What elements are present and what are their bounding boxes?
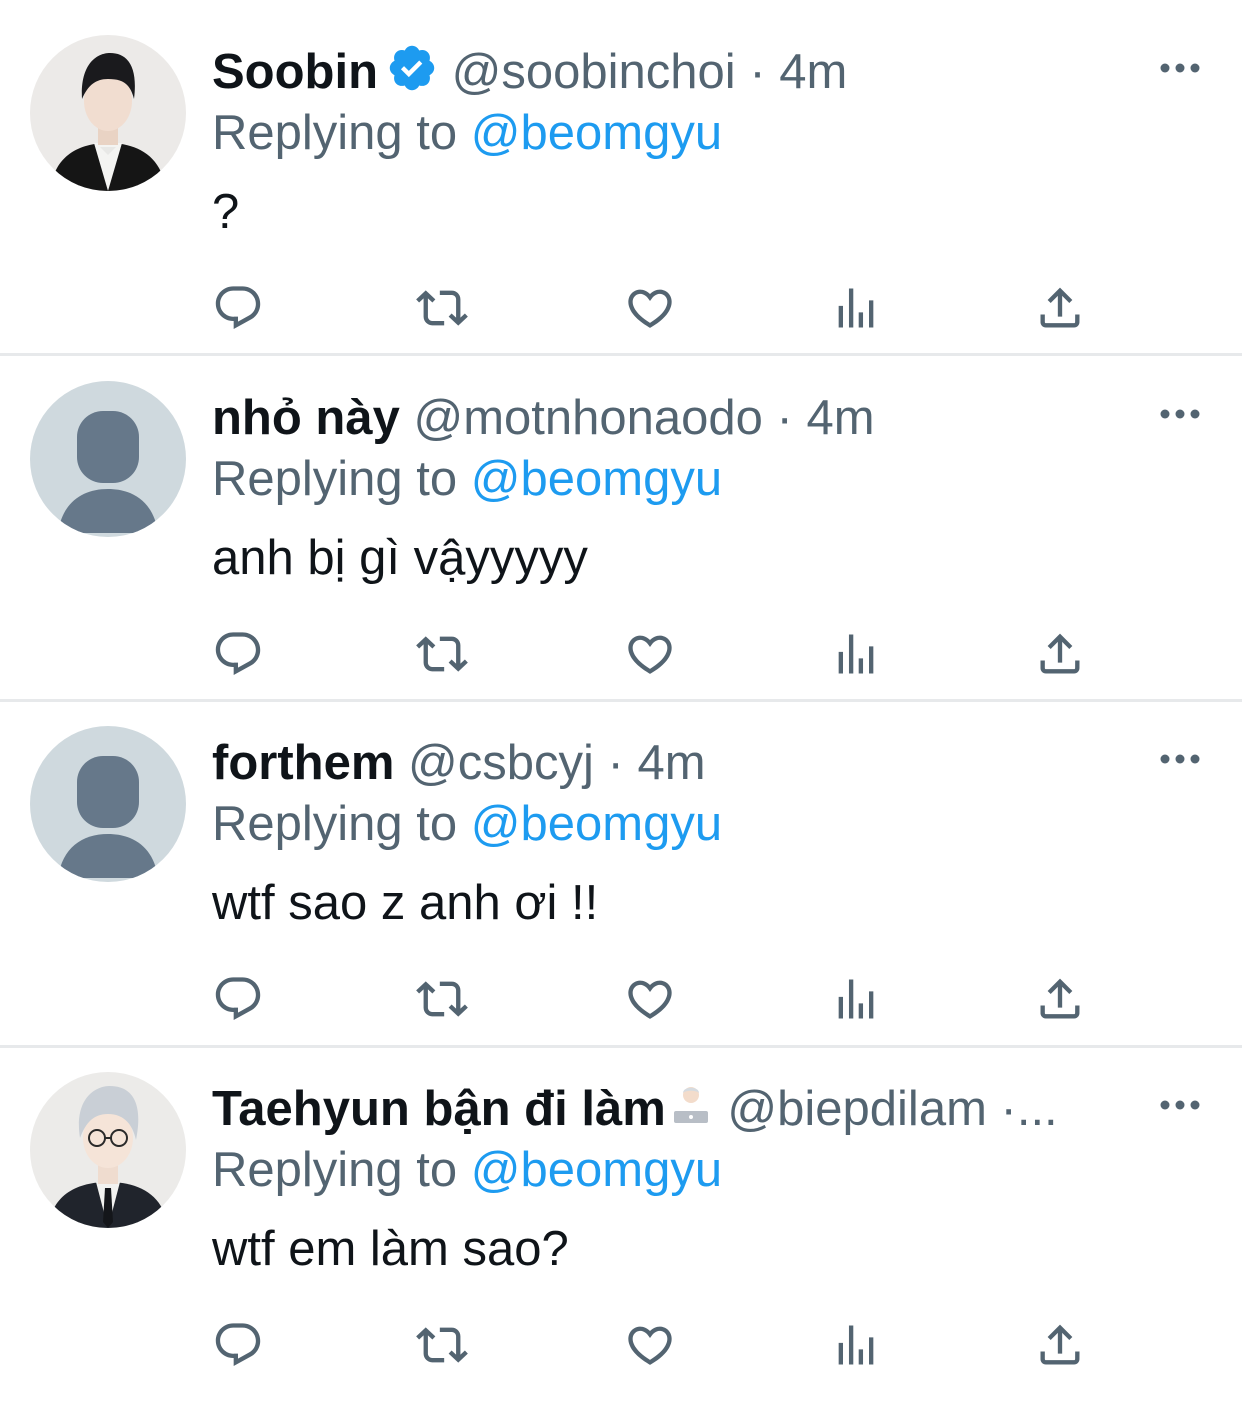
share-button[interactable] xyxy=(1034,1319,1086,1371)
like-icon xyxy=(628,980,672,1019)
separator: · xyxy=(749,45,766,99)
tweet[interactable]: nhỏ này @motnhonaodo · 4m Replying to @b… xyxy=(0,346,1242,692)
more-options-icon[interactable] xyxy=(1158,749,1202,769)
share-button[interactable] xyxy=(1034,282,1086,334)
avatar-photo xyxy=(30,35,186,191)
display-name[interactable]: Soobin xyxy=(212,45,378,99)
retweet-button[interactable] xyxy=(416,628,468,680)
reply-icon xyxy=(215,977,261,1021)
avatar-photo xyxy=(30,1072,186,1228)
retweet-icon xyxy=(416,981,468,1017)
like-button[interactable] xyxy=(624,628,676,680)
tweet[interactable]: Taehyun bận đi làm @biepdilam ·... Reply… xyxy=(0,1037,1242,1383)
replying-to: Replying to @beomgyu xyxy=(212,446,722,512)
user-handle[interactable]: @biepdilam xyxy=(727,1082,986,1136)
replying-to: Replying to @beomgyu xyxy=(212,791,722,857)
like-button[interactable] xyxy=(624,973,676,1025)
tweet-text: ? xyxy=(212,185,240,239)
timestamp[interactable]: 4m xyxy=(779,45,847,99)
views-button[interactable] xyxy=(830,973,882,1025)
default-avatar-icon xyxy=(30,381,186,537)
user-handle[interactable]: @csbcyj xyxy=(408,736,594,790)
views-icon xyxy=(838,634,874,674)
share-icon xyxy=(1040,978,1080,1019)
separator: ·... xyxy=(1000,1082,1058,1136)
avatar[interactable] xyxy=(30,1072,186,1228)
tweet-text: wtf em làm sao? xyxy=(212,1222,569,1276)
more-options-icon[interactable] xyxy=(1158,1095,1202,1115)
tweet-header: Taehyun bận đi làm @biepdilam ·... xyxy=(212,1075,1152,1143)
replying-label: Replying to xyxy=(212,1143,458,1197)
timestamp[interactable]: 4m xyxy=(806,391,874,445)
views-button[interactable] xyxy=(830,1319,882,1371)
like-icon xyxy=(628,635,672,674)
reply-mention-link[interactable]: @beomgyu xyxy=(471,452,722,506)
share-icon xyxy=(1040,1324,1080,1365)
tweet-header: nhỏ này @motnhonaodo · 4m xyxy=(212,384,1152,452)
retweet-button[interactable] xyxy=(416,282,468,334)
reply-button[interactable] xyxy=(212,282,264,334)
share-button[interactable] xyxy=(1034,628,1086,680)
separator: · xyxy=(607,736,624,790)
retweet-icon xyxy=(416,290,468,326)
tweet[interactable]: Soobin @soobinchoi · 4m Replying to @beo… xyxy=(0,0,1242,346)
verified-badge-icon xyxy=(386,42,438,106)
replying-label: Replying to xyxy=(212,452,458,506)
tweet-header: Soobin @soobinchoi · 4m xyxy=(212,38,1152,106)
more-options-icon[interactable] xyxy=(1158,58,1202,78)
retweet-icon xyxy=(416,636,468,672)
views-button[interactable] xyxy=(830,628,882,680)
reply-icon xyxy=(215,286,261,330)
reply-icon xyxy=(215,632,261,676)
views-icon xyxy=(838,1325,874,1365)
tweet-header: forthem @csbcyj · 4m xyxy=(212,729,1152,797)
reply-mention-link[interactable]: @beomgyu xyxy=(471,797,722,851)
reply-icon xyxy=(215,1323,261,1367)
more-options-icon[interactable] xyxy=(1158,404,1202,424)
avatar[interactable] xyxy=(30,726,186,882)
person-with-laptop-emoji xyxy=(668,1079,714,1143)
replying-label: Replying to xyxy=(212,797,458,851)
reply-button[interactable] xyxy=(212,628,264,680)
user-handle[interactable]: @motnhonaodo xyxy=(413,391,762,445)
like-icon xyxy=(628,289,672,328)
tweet-text: anh bị gì vậyyyyy xyxy=(212,531,588,585)
retweet-icon xyxy=(416,1327,468,1363)
views-icon xyxy=(838,979,874,1019)
like-button[interactable] xyxy=(624,282,676,334)
display-name[interactable]: nhỏ này xyxy=(212,391,400,445)
share-icon xyxy=(1040,287,1080,328)
tweet[interactable]: forthem @csbcyj · 4m Replying to @beomgy… xyxy=(0,691,1242,1037)
retweet-button[interactable] xyxy=(416,1319,468,1371)
separator: · xyxy=(776,391,793,445)
replying-label: Replying to xyxy=(212,106,458,160)
display-name[interactable]: Taehyun bận đi làm xyxy=(212,1082,666,1136)
reply-button[interactable] xyxy=(212,973,264,1025)
avatar[interactable] xyxy=(30,381,186,537)
like-icon xyxy=(628,1326,672,1365)
reply-mention-link[interactable]: @beomgyu xyxy=(471,106,722,160)
retweet-button[interactable] xyxy=(416,973,468,1025)
display-name[interactable]: forthem xyxy=(212,736,394,790)
replying-to: Replying to @beomgyu xyxy=(212,100,722,166)
tweet-text: wtf sao z anh ơi !! xyxy=(212,876,599,930)
share-icon xyxy=(1040,633,1080,674)
like-button[interactable] xyxy=(624,1319,676,1371)
user-handle[interactable]: @soobinchoi xyxy=(452,45,736,99)
reply-mention-link[interactable]: @beomgyu xyxy=(471,1143,722,1197)
timestamp[interactable]: 4m xyxy=(637,736,705,790)
default-avatar-icon xyxy=(30,726,186,882)
share-button[interactable] xyxy=(1034,973,1086,1025)
views-button[interactable] xyxy=(830,282,882,334)
reply-button[interactable] xyxy=(212,1319,264,1371)
replying-to: Replying to @beomgyu xyxy=(212,1137,722,1203)
avatar[interactable] xyxy=(30,35,186,191)
views-icon xyxy=(838,288,874,328)
